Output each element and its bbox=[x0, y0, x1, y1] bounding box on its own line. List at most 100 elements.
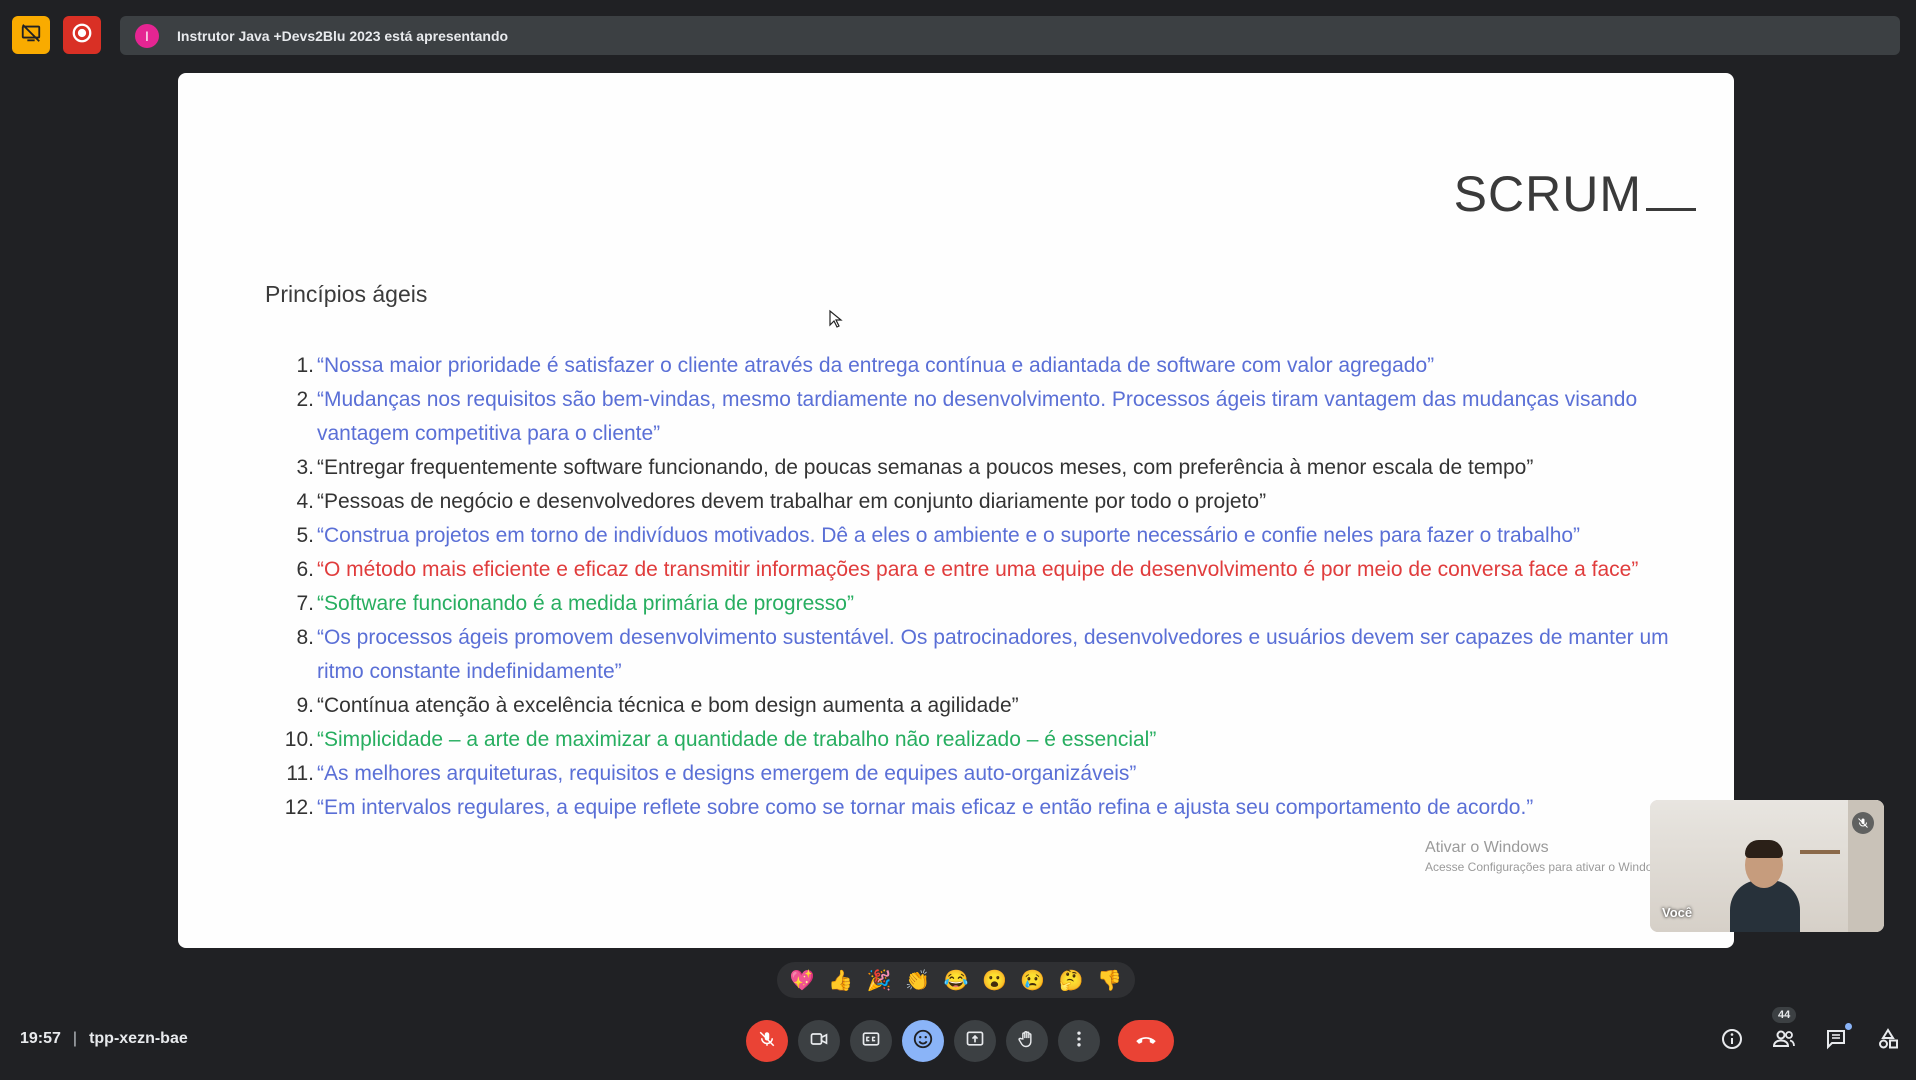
principle-text: “Entregar frequentemente software funcio… bbox=[317, 456, 1534, 479]
chat-notification-dot bbox=[1845, 1023, 1852, 1030]
thumbs-down-emoji[interactable]: 👎 bbox=[1093, 968, 1127, 993]
participants-count-badge: 44 bbox=[1772, 1007, 1797, 1023]
sad-emoji[interactable]: 😢 bbox=[1016, 968, 1050, 993]
principle-number: 3. bbox=[296, 456, 314, 479]
principle-text: “Pessoas de negócio e desenvolvedores de… bbox=[317, 490, 1267, 513]
camera-shelf bbox=[1800, 850, 1840, 854]
principle-number: 12. bbox=[284, 796, 314, 819]
slide-title-text: SCRUM bbox=[1453, 166, 1642, 222]
clock-time: 19:57 bbox=[20, 1030, 61, 1047]
principle-item: 11. “As melhores arquiteturas, requisitos… bbox=[266, 757, 1686, 791]
people-icon bbox=[1772, 1027, 1796, 1056]
chat-button[interactable] bbox=[1820, 1023, 1852, 1057]
leave-call-button[interactable] bbox=[1118, 1020, 1174, 1062]
more-vertical-icon bbox=[1069, 1029, 1089, 1054]
reactions-button[interactable] bbox=[902, 1020, 944, 1062]
principle-text: “Mudanças nos requisitos são bem-vindas,… bbox=[317, 388, 1638, 445]
principle-text: “Os processos ágeis promovem desenvolvim… bbox=[317, 626, 1669, 683]
principle-text: “Simplicidade – a arte de maximizar a qu… bbox=[317, 728, 1157, 751]
presenter-avatar: I bbox=[135, 23, 159, 48]
principle-item: 4. “Pessoas de negócio e desenvolvedores … bbox=[266, 485, 1686, 519]
principles-list: 1. “Nossa maior prioridade é satisfazer o… bbox=[266, 349, 1686, 825]
mouse-cursor-icon bbox=[828, 309, 844, 329]
principle-item: 12. “Em intervalos regulares, a equipe re… bbox=[266, 791, 1686, 825]
watermark-subtitle: Acesse Configurações para ativar o Windo… bbox=[1425, 860, 1671, 874]
thumbs-up-emoji[interactable]: 👍 bbox=[824, 968, 858, 993]
principle-text: “Software funcionando é a medida primári… bbox=[317, 592, 854, 615]
presenting-text: Instrutor Java +Devs2Blu 2023 está apres… bbox=[177, 27, 509, 44]
meeting-code: tpp-xezn-bae bbox=[89, 1030, 188, 1047]
people-button[interactable]: 44 bbox=[1768, 1007, 1800, 1057]
presentation-off-icon bbox=[20, 22, 42, 49]
surprised-emoji[interactable]: 😮 bbox=[977, 968, 1011, 993]
slide-title: SCRUM bbox=[1454, 165, 1696, 223]
principle-item: 5. “Construa projetos em torno de indivíd… bbox=[266, 519, 1686, 553]
title-underline bbox=[1646, 208, 1696, 211]
slide-subtitle: Princípios ágeis bbox=[265, 281, 428, 307]
hand-icon bbox=[1017, 1029, 1037, 1054]
more-options-button[interactable] bbox=[1058, 1020, 1100, 1062]
present-screen-icon bbox=[965, 1029, 985, 1054]
hang-up-icon bbox=[1133, 1026, 1159, 1057]
principle-text: “Construa projetos em torno de indivíduo… bbox=[317, 524, 1581, 547]
principle-number: 5. bbox=[296, 524, 314, 547]
closed-captions-icon bbox=[861, 1029, 881, 1054]
principle-number: 8. bbox=[296, 626, 314, 649]
present-screen-button[interactable] bbox=[954, 1020, 996, 1062]
principle-item: 9. “Contínua atenção à excelência técnica… bbox=[266, 689, 1686, 723]
principle-item: 2. “Mudanças nos requisitos são bem-vinda… bbox=[266, 383, 1686, 451]
clapping-emoji[interactable]: 👏 bbox=[901, 968, 935, 993]
principle-number: 10. bbox=[284, 728, 314, 751]
muted-mic-icon bbox=[1852, 812, 1874, 834]
camera-person-hair bbox=[1745, 840, 1783, 858]
principle-number: 11. bbox=[286, 762, 314, 785]
presentation-toggle-button[interactable] bbox=[12, 16, 50, 54]
principle-text: “Em intervalos regulares, a equipe refle… bbox=[317, 796, 1534, 819]
principle-text: “O método mais eficiente e eficaz de tra… bbox=[317, 558, 1639, 581]
principle-number: 9. bbox=[296, 694, 314, 717]
principle-item: 1. “Nossa maior prioridade é satisfazer o… bbox=[266, 349, 1686, 383]
principle-item: 7. “Software funcionando é a medida primá… bbox=[266, 587, 1686, 621]
call-controls bbox=[746, 1020, 1174, 1062]
party-popper-emoji[interactable]: 🎉 bbox=[862, 968, 896, 993]
raise-hand-button[interactable] bbox=[1006, 1020, 1048, 1062]
meeting-details-button[interactable] bbox=[1716, 1025, 1748, 1057]
principle-item: 6. “O método mais eficiente e eficaz de t… bbox=[266, 553, 1686, 587]
principle-text: “As melhores arquiteturas, requisitos e … bbox=[317, 762, 1137, 785]
principle-item: 10. “Simplicidade – a arte de maximizar a… bbox=[266, 723, 1686, 757]
principle-item: 8. “Os processos ágeis promovem desenvolv… bbox=[266, 621, 1686, 689]
self-view-tile[interactable]: Você bbox=[1650, 800, 1884, 932]
principle-number: 7. bbox=[296, 592, 314, 615]
watermark-title: Ativar o Windows bbox=[1425, 839, 1549, 856]
recording-button[interactable] bbox=[63, 16, 101, 54]
shared-slide: SCRUM Princípios ágeis 1. “Nossa maior pr… bbox=[178, 73, 1734, 948]
video-camera-icon bbox=[809, 1029, 829, 1054]
principle-number: 1. bbox=[296, 354, 314, 377]
chat-icon bbox=[1824, 1027, 1848, 1056]
shapes-icon bbox=[1876, 1027, 1900, 1056]
reactions-bar: 💖 👍 🎉 👏 😂 😮 😢 🤔 👎 bbox=[777, 962, 1135, 998]
laughing-emoji[interactable]: 😂 bbox=[939, 968, 973, 993]
presenting-banner: I Instrutor Java +Devs2Blu 2023 está apr… bbox=[120, 16, 1900, 55]
self-view-label: Você bbox=[1662, 905, 1693, 920]
info-icon bbox=[1720, 1027, 1744, 1056]
side-controls: 44 bbox=[1716, 1007, 1904, 1057]
camera-button[interactable] bbox=[798, 1020, 840, 1062]
principle-text: “Contínua atenção à excelência técnica e… bbox=[317, 694, 1019, 717]
principle-text: “Nossa maior prioridade é satisfazer o c… bbox=[317, 354, 1435, 377]
microphone-button[interactable] bbox=[746, 1020, 788, 1062]
separator: | bbox=[72, 1030, 78, 1047]
activities-button[interactable] bbox=[1872, 1025, 1904, 1057]
meeting-info: 19:57 | tpp-xezn-bae bbox=[20, 1030, 188, 1048]
record-icon bbox=[71, 22, 93, 49]
principle-number: 4. bbox=[296, 490, 314, 513]
principle-number: 6. bbox=[296, 558, 314, 581]
smiley-icon bbox=[912, 1028, 934, 1055]
principle-number: 2. bbox=[296, 388, 314, 411]
captions-button[interactable] bbox=[850, 1020, 892, 1062]
sparkling-heart-emoji[interactable]: 💖 bbox=[785, 968, 819, 993]
mic-off-icon bbox=[758, 1030, 776, 1053]
thinking-emoji[interactable]: 🤔 bbox=[1054, 968, 1088, 993]
principle-item: 3. “Entregar frequentemente software func… bbox=[266, 451, 1686, 485]
windows-activation-watermark: Ativar o Windows Acesse Configurações pa… bbox=[1425, 839, 1670, 874]
